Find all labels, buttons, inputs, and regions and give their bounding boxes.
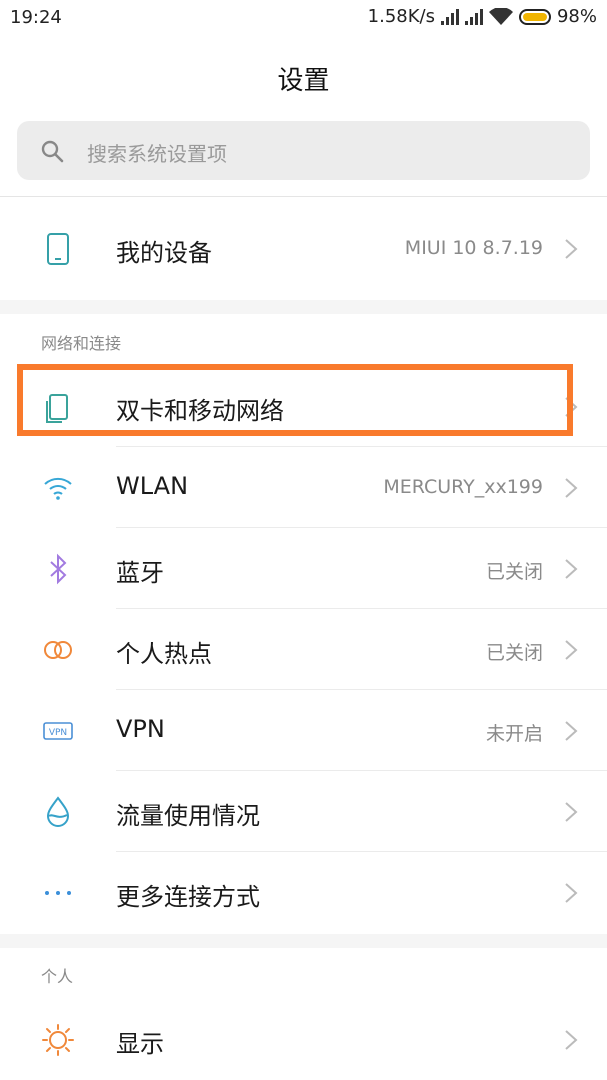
hotspot-icon [44, 641, 72, 659]
chevron-right-icon [565, 478, 578, 498]
section-gap [0, 934, 607, 948]
row-divider [116, 851, 607, 852]
my-device-label: 我的设备 [116, 239, 212, 267]
status-bar: 19:24 1.58K/s 98% [0, 0, 607, 36]
chevron-right-icon [565, 239, 578, 259]
signal-1-icon [440, 8, 459, 25]
bluetooth-row[interactable]: 蓝牙 已关闭 [0, 529, 607, 609]
chevron-right-icon [565, 802, 578, 822]
search-icon [41, 140, 64, 163]
personal-section-header: 个人 [41, 967, 74, 986]
wlan-value: MERCURY_xx199 [383, 476, 543, 498]
chevron-right-icon [565, 1030, 578, 1050]
hotspot-row[interactable]: 个人热点 已关闭 [0, 610, 607, 690]
vpn-icon: VPN [43, 722, 73, 740]
bluetooth-icon [50, 553, 67, 585]
status-time: 19:24 [10, 7, 62, 28]
bluetooth-label: 蓝牙 [116, 559, 164, 587]
chevron-right-icon [565, 883, 578, 903]
display-row[interactable]: 显示 [0, 1000, 607, 1080]
my-device-value: MIUI 10 8.7.19 [404, 237, 543, 259]
status-right: 1.58K/s 98% [368, 6, 597, 27]
chevron-right-icon [565, 640, 578, 660]
row-divider [116, 689, 607, 690]
network-speed: 1.58K/s [367, 6, 435, 27]
bluetooth-value: 已关闭 [485, 561, 543, 583]
wlan-row[interactable]: WLAN MERCURY_xx199 [0, 448, 607, 528]
network-section-header: 网络和连接 [41, 334, 122, 353]
svg-text:VPN: VPN [49, 728, 67, 738]
data-usage-label: 流量使用情况 [116, 802, 260, 830]
page-title: 设置 [277, 66, 330, 96]
more-dots-icon [45, 891, 71, 895]
more-connections-row[interactable]: 更多连接方式 [0, 853, 607, 933]
vpn-row[interactable]: VPN VPN 未开启 [0, 691, 607, 771]
search-placeholder: 搜索系统设置项 [87, 142, 227, 166]
vpn-value: 未开启 [485, 723, 543, 745]
battery-percent: 98% [556, 6, 597, 27]
highlight-box [17, 364, 573, 436]
signal-2-icon [464, 8, 483, 25]
row-divider [116, 608, 607, 609]
wifi-icon [44, 477, 72, 500]
row-divider [116, 770, 607, 771]
chevron-right-icon [565, 559, 578, 579]
chevron-right-icon [565, 721, 578, 741]
row-divider [116, 527, 607, 528]
divider [0, 196, 607, 197]
more-connections-label: 更多连接方式 [116, 883, 260, 911]
data-usage-row[interactable]: 流量使用情况 [0, 772, 607, 852]
wifi-status-icon [488, 7, 513, 25]
data-usage-icon [46, 796, 70, 827]
phone-icon [47, 233, 69, 265]
battery-icon [518, 8, 551, 25]
vpn-label: VPN [116, 715, 165, 743]
display-sun-icon [42, 1024, 74, 1056]
section-gap [0, 300, 607, 314]
hotspot-value: 已关闭 [485, 642, 543, 664]
display-label: 显示 [116, 1030, 164, 1058]
row-divider [116, 446, 607, 447]
my-device-row[interactable]: 我的设备 MIUI 10 8.7.19 [0, 209, 607, 289]
search-bar[interactable]: 搜索系统设置项 [17, 121, 590, 180]
wlan-label: WLAN [116, 472, 189, 500]
hotspot-label: 个人热点 [116, 640, 212, 668]
